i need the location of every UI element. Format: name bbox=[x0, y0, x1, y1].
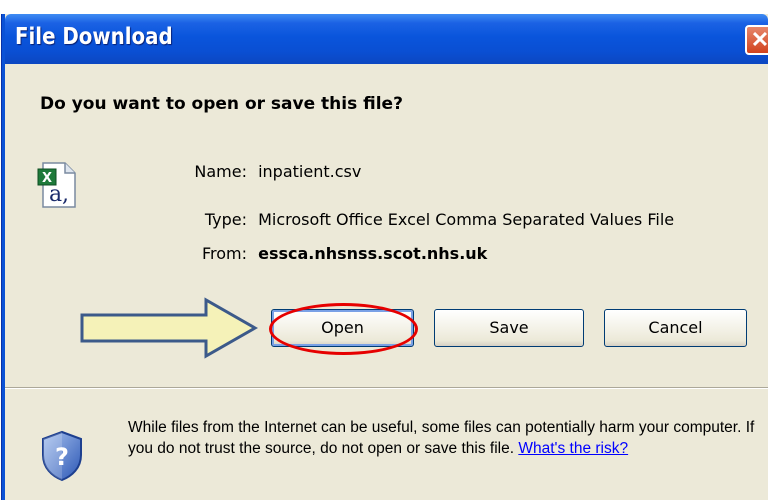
close-button[interactable]: ✕ bbox=[745, 25, 768, 55]
annotation-arrow-icon bbox=[80, 297, 258, 359]
file-type-value: Microsoft Office Excel Comma Separated V… bbox=[258, 210, 675, 229]
security-shield-question-icon: ? bbox=[42, 430, 82, 482]
close-icon: ✕ bbox=[750, 27, 768, 52]
open-button[interactable]: Open bbox=[271, 309, 414, 347]
warning-message: While files from the Internet can be use… bbox=[128, 419, 755, 457]
file-name-row: Name: inpatient.csv bbox=[175, 162, 361, 181]
divider bbox=[5, 387, 768, 389]
whats-the-risk-link[interactable]: What's the risk? bbox=[518, 440, 628, 457]
svg-text:a,: a, bbox=[49, 182, 69, 207]
window-title: File Download bbox=[15, 24, 173, 50]
save-button[interactable]: Save bbox=[434, 309, 584, 347]
title-bar[interactable]: File Download bbox=[5, 14, 768, 64]
file-type-row: Type: Microsoft Office Excel Comma Separ… bbox=[175, 210, 674, 229]
type-label: Type: bbox=[204, 210, 247, 229]
from-label: From: bbox=[201, 244, 247, 263]
cancel-button[interactable]: Cancel bbox=[604, 309, 747, 347]
svg-text:?: ? bbox=[55, 443, 69, 471]
dialog-question: Do you want to open or save this file? bbox=[40, 94, 403, 114]
excel-csv-file-icon: X a, bbox=[37, 162, 76, 208]
name-label: Name: bbox=[194, 162, 247, 181]
file-source-value: essca.nhsnss.scot.nhs.uk bbox=[258, 244, 488, 263]
security-warning-text: While files from the Internet can be use… bbox=[128, 417, 758, 459]
file-download-dialog: File Download ✕ Do you want to open or s… bbox=[2, 14, 768, 500]
file-from-row: From: essca.nhsnss.scot.nhs.uk bbox=[175, 244, 487, 263]
file-name-value: inpatient.csv bbox=[258, 162, 362, 181]
